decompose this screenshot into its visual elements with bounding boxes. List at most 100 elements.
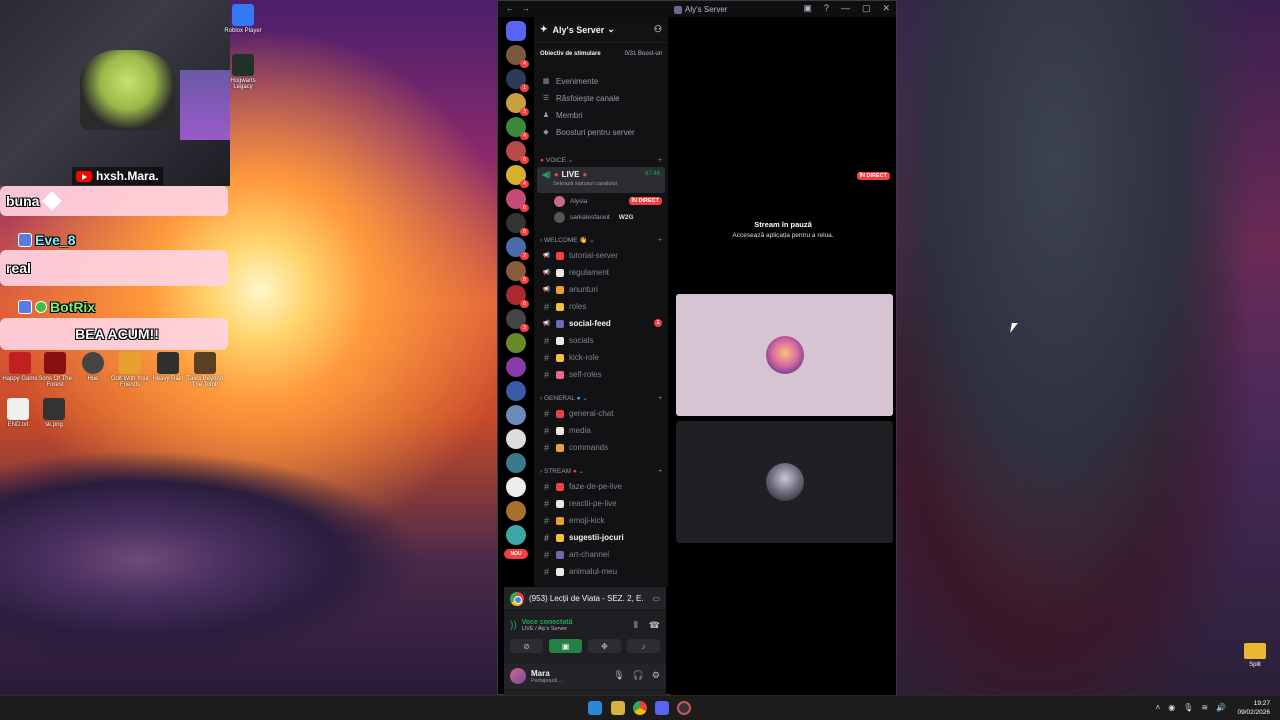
server-icon[interactable]: 1 [506,69,529,92]
add-channel-icon[interactable]: + [658,237,662,244]
channel-sugestii-jocuri[interactable]: # sugestii-jocuri [534,529,668,546]
channel-faze-de-pe-live[interactable]: # faze-de-pe-live [534,478,668,495]
inbox-icon[interactable]: ▣ [803,3,812,14]
disconnect-icon[interactable]: ☎ [649,620,660,631]
add-channel-icon[interactable]: + [658,468,662,475]
microphone-icon[interactable]: 🎙 [1183,703,1193,712]
server-icon[interactable] [506,429,526,449]
channel-regulament[interactable]: 📢 regulament [534,264,668,281]
server-icon[interactable]: 6 [506,189,529,212]
user-panel[interactable]: Mara Partajează ... 🎙 🎧 ⚙ [504,663,666,689]
menu-events[interactable]: ▦ Evenimente [534,73,668,90]
server-icon[interactable] [506,477,526,497]
channel-emoji-kick[interactable]: # emoji-kick [534,512,668,529]
camera-off-button[interactable]: ⊘ [510,639,543,653]
category-welcome[interactable]: › WELCOME 👋 ⌄ + [534,233,668,247]
chrome-icon[interactable] [633,701,647,715]
desktop-icon-hogwarts[interactable]: Hogwarts Legacy [220,54,266,90]
server-header[interactable]: ✦ Aly's Server ⌄ ⚇ [534,17,668,43]
back-arrow-icon[interactable]: ← [506,4,514,13]
channel-animalul-meu[interactable]: # animalul-meu [534,563,668,580]
headphones-icon[interactable]: 🎧 [633,670,644,681]
category-general[interactable]: › GENERAL ● ⌄ + [534,391,668,405]
server-icon[interactable]: 8 [506,261,529,284]
server-icon[interactable]: 6 [506,141,529,164]
help-icon[interactable]: ? [824,3,829,14]
invite-icon[interactable]: ⚇ [654,24,662,35]
microphone-icon[interactable]: 🎙 [613,670,624,681]
signal-icon[interactable]: )) [510,620,517,631]
discord-icon[interactable] [655,701,669,715]
server-icon[interactable]: 3 [506,93,529,116]
desktop-icon-tales[interactable]: Tales Beyond The Tomb [182,352,228,388]
menu-members[interactable]: ♟ Membri [534,107,668,124]
server-icon[interactable] [506,501,526,521]
minimize-icon[interactable]: — [841,3,850,14]
participant-tile[interactable] [676,421,893,543]
announcement-icon: 📢 [542,253,551,259]
channel-commands[interactable]: # commands [534,439,668,456]
server-icon[interactable] [506,405,526,425]
channel-roles[interactable]: # roles [534,298,668,315]
add-channel-icon[interactable]: + [658,395,662,402]
desktop-icon-roblox[interactable]: Roblox Player [220,4,266,34]
wifi-icon[interactable]: ≋ [1201,703,1208,712]
channel-socials[interactable]: # socials [534,332,668,349]
voice-user[interactable]: sarkalesfaceit W2G [534,209,668,225]
server-icon[interactable] [506,381,526,401]
chevron-up-icon[interactable]: ˄ [1156,703,1161,712]
menu-server-boosts[interactable]: ◆ Boosturi pentru server [534,124,668,141]
voice-user[interactable]: Alysia ÎN DIRECT [534,193,668,209]
desktop-icon-sk-png[interactable]: sk.png [31,398,77,428]
noise-suppression-icon[interactable]: ⫴ [634,620,638,631]
server-icon[interactable]: 6 [506,285,529,308]
channel-reactii-pe-live[interactable]: # reactii-pe-live [534,495,668,512]
server-icon[interactable] [506,525,526,545]
participant-tile[interactable] [676,294,893,416]
gear-icon[interactable]: ⚙ [652,670,660,681]
maximize-icon[interactable]: ▢ [862,3,871,14]
server-icon[interactable]: 4 [506,117,529,140]
server-icon[interactable] [506,21,526,41]
network-icon[interactable]: ◉ [1168,703,1175,712]
volume-icon[interactable]: 🔊 [1216,703,1226,712]
channel-media[interactable]: # media [534,422,668,439]
server-icon[interactable] [506,357,526,377]
forward-arrow-icon[interactable]: → [522,4,530,13]
activities-button[interactable]: ✥ [588,639,621,653]
add-channel-icon[interactable]: + [658,157,662,164]
category-stream[interactable]: › STREAM ● ⌄ + [534,464,668,478]
boost-goal[interactable]: Obiectiv de stimulare 0/31 Boost-uri [540,47,662,61]
windows-start-icon[interactable] [588,701,602,715]
now-playing[interactable]: (953) Lecții de Viata - SEZ. 2, E... ▭ [504,587,666,611]
server-icon[interactable]: 4 [506,165,529,188]
server-icon[interactable] [506,453,526,473]
red-dot-icon: ● [553,170,559,179]
server-icon[interactable]: 4 [506,45,529,68]
channel-general-chat[interactable]: # general-chat [534,405,668,422]
channel-social-feed[interactable]: 📢 social-feed 1 [534,315,668,332]
channel-art-channel[interactable]: # art-channel [534,546,668,563]
channel-self-roles[interactable]: # self-roles [534,366,668,383]
close-icon[interactable]: ✕ [882,3,890,14]
clock[interactable]: 19:27 09/02/2026 [1237,699,1270,717]
screen-share-button[interactable]: ▣ [549,639,582,653]
server-icon[interactable] [506,333,526,353]
channel-kick-role[interactable]: # kick-role [534,349,668,366]
voice-channel-live[interactable]: ◀) ● LIVE ● Setează statusul canalului 67:4… [537,167,665,193]
server-icon[interactable]: 2 [506,237,529,260]
mention-badge: 4 [520,132,529,140]
server-icon[interactable]: 3 [506,309,529,332]
file-explorer-icon[interactable] [611,701,625,715]
menu-browse-channels[interactable]: ☰ Răsfoiește canale [534,90,668,107]
screen-share-icon[interactable]: ▭ [652,594,660,603]
stream-area: ÎN DIRECT Stream în pauză Accesează apli… [670,17,896,695]
desktop-icon-split[interactable]: Split [1243,643,1267,668]
server-icon[interactable]: 8 [506,213,529,236]
channel-tutorial-server[interactable]: 📢 tutorial-server [534,247,668,264]
channel-anunturi[interactable]: 📢 anunturi [534,281,668,298]
category-voice[interactable]: ● VOICE ⌄ + [534,153,668,167]
soundboard-button[interactable]: ♪ [627,639,660,653]
wallpaper-right-art [897,0,1280,695]
obs-icon[interactable] [677,701,691,715]
